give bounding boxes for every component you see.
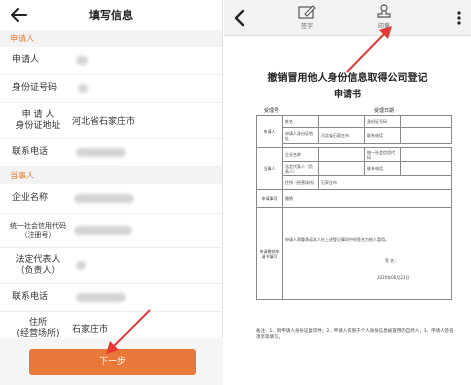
stamp-label: 印章 [377,23,390,30]
field-value-id-address: 河北省石家庄市 [72,117,136,127]
preview-toolbar: 签字 印章 [224,0,471,36]
footer-bar: 下一步 [0,338,223,385]
section-applicant: 申请人 [0,30,222,47]
document-note: 备注：1、附申请人身份证复印件；2、申请人仅限于个人身份信息被冒用的自然人；3、… [256,329,454,340]
cell-phone2-value [400,161,452,176]
accept-date-label: 受理日期 [374,108,395,114]
field-id-number[interactable]: 身份证号码 [0,75,222,103]
redacted-value [74,194,134,203]
cell-credit-code-value [400,147,452,162]
signature-label: 签 名： [385,258,399,263]
cell-residence: 住所（经营场所） [282,175,319,190]
field-label-company: 企业名称 [12,193,49,203]
cell-applicant: 申请人 [256,115,283,148]
cell-legal-rep-value [318,161,365,176]
cell-phone2: 联系电话 [364,161,401,176]
field-phone[interactable]: 联系电话 [0,139,222,167]
cell-id-address: 申请人身份证地址 [282,127,319,144]
cell-phone-value [400,127,452,144]
cell-id-card-value [400,115,452,128]
document-title: 撤销冒用他人身份信息取得公司登记 [267,73,428,84]
chevron-left-icon[interactable] [233,9,247,27]
field-value-residence: 石家庄市 [72,325,109,335]
cell-credit-code: 统一社会信用代码 [364,147,401,162]
field-label-id-address: 申 请 人 身份证地址 [15,109,61,131]
pen-icon [298,5,316,19]
stamp-tool[interactable]: 印章 [369,4,399,30]
redacted-value [76,261,86,270]
cell-statement-body: 申请人郑重承诺本人在上述登记事项中的签名为他人冒用。 签 名： 2020年06月… [282,207,452,300]
statement-text: 申请人郑重承诺本人在上述登记事项中的签名为他人冒用。 [285,237,389,242]
redacted-value [76,293,126,302]
document-page: 撤销冒用他人身份信息取得公司登记 申请书 受理号 受理日期 申请人 姓名 身份证… [224,37,471,385]
field-label-legal-rep: 法定代表人 （负责人） [15,254,61,276]
field-label-id-number: 身份证号码 [12,83,58,93]
field-label-phone2: 联系电话 [12,292,49,302]
cell-residence-value: 石家庄市 [318,175,452,190]
cell-legal-rep: 法定代表人（负责人） [282,161,319,176]
page-title: 填写信息 [89,9,133,22]
field-label-phone: 联系电话 [12,147,49,157]
statement-date: 2020年06月23日 [377,275,410,280]
cell-id-address-value: 河北省石家庄市 [318,127,365,144]
cell-matter: 申请事项 [256,189,283,208]
redacted-value [78,84,88,93]
application-form-table: 申请人 姓名 身份证号码 申请人身份证地址 河北省石家庄市 联系电话 当事人 企… [256,115,452,300]
cell-matter-value: 撤销 [282,189,452,208]
cell-company: 企业名称 [282,147,319,162]
field-label-credit-code: 统一社会信用代码 （注册号） [10,221,66,239]
form-header: 填写信息 [0,0,222,30]
sign-tool[interactable]: 签字 [292,4,322,30]
redacted-value [76,56,88,65]
field-applicant[interactable]: 申请人 [0,47,222,75]
next-step-button[interactable]: 下一步 [29,349,196,375]
cell-name-value [318,115,365,128]
field-credit-code[interactable]: 统一社会信用代码 （注册号） [0,214,222,248]
section-party: 当事人 [0,167,222,184]
cell-company-value [318,147,365,162]
field-label-applicant: 申请人 [12,55,40,65]
cell-id-card: 身份证号码 [364,115,401,128]
document-preview-panel: 签字 印章 撤销冒用他人身份信息取得公司登记 申请书 受理号 受理日期 申请人 … [224,0,471,385]
sign-label: 签字 [300,23,313,30]
form-panel: 填写信息 申请人 申请人 身份证号码 申 请 人 身份证地址 河北省石家庄市 联… [0,0,223,385]
redacted-value [74,226,132,235]
back-arrow-icon[interactable] [8,4,30,26]
field-id-address[interactable]: 申 请 人 身份证地址 河北省石家庄市 [0,103,222,139]
redacted-value [76,148,126,157]
document-subtitle: 申请书 [333,90,361,100]
accept-number-label: 受理号 [264,108,280,114]
more-options-icon[interactable] [453,9,465,27]
cell-party: 当事人 [256,147,283,190]
field-label-residence: 住所 (经营场所) [16,317,60,339]
cell-name: 姓名 [282,115,319,128]
field-company[interactable]: 企业名称 [0,184,222,214]
field-phone2[interactable]: 联系电话 [0,284,222,312]
cell-statement: 申请撤销申请书填写 [256,207,283,300]
stamp-icon [377,4,391,18]
cell-phone: 联系电话 [364,127,401,144]
field-legal-rep[interactable]: 法定代表人 （负责人） [0,248,222,284]
